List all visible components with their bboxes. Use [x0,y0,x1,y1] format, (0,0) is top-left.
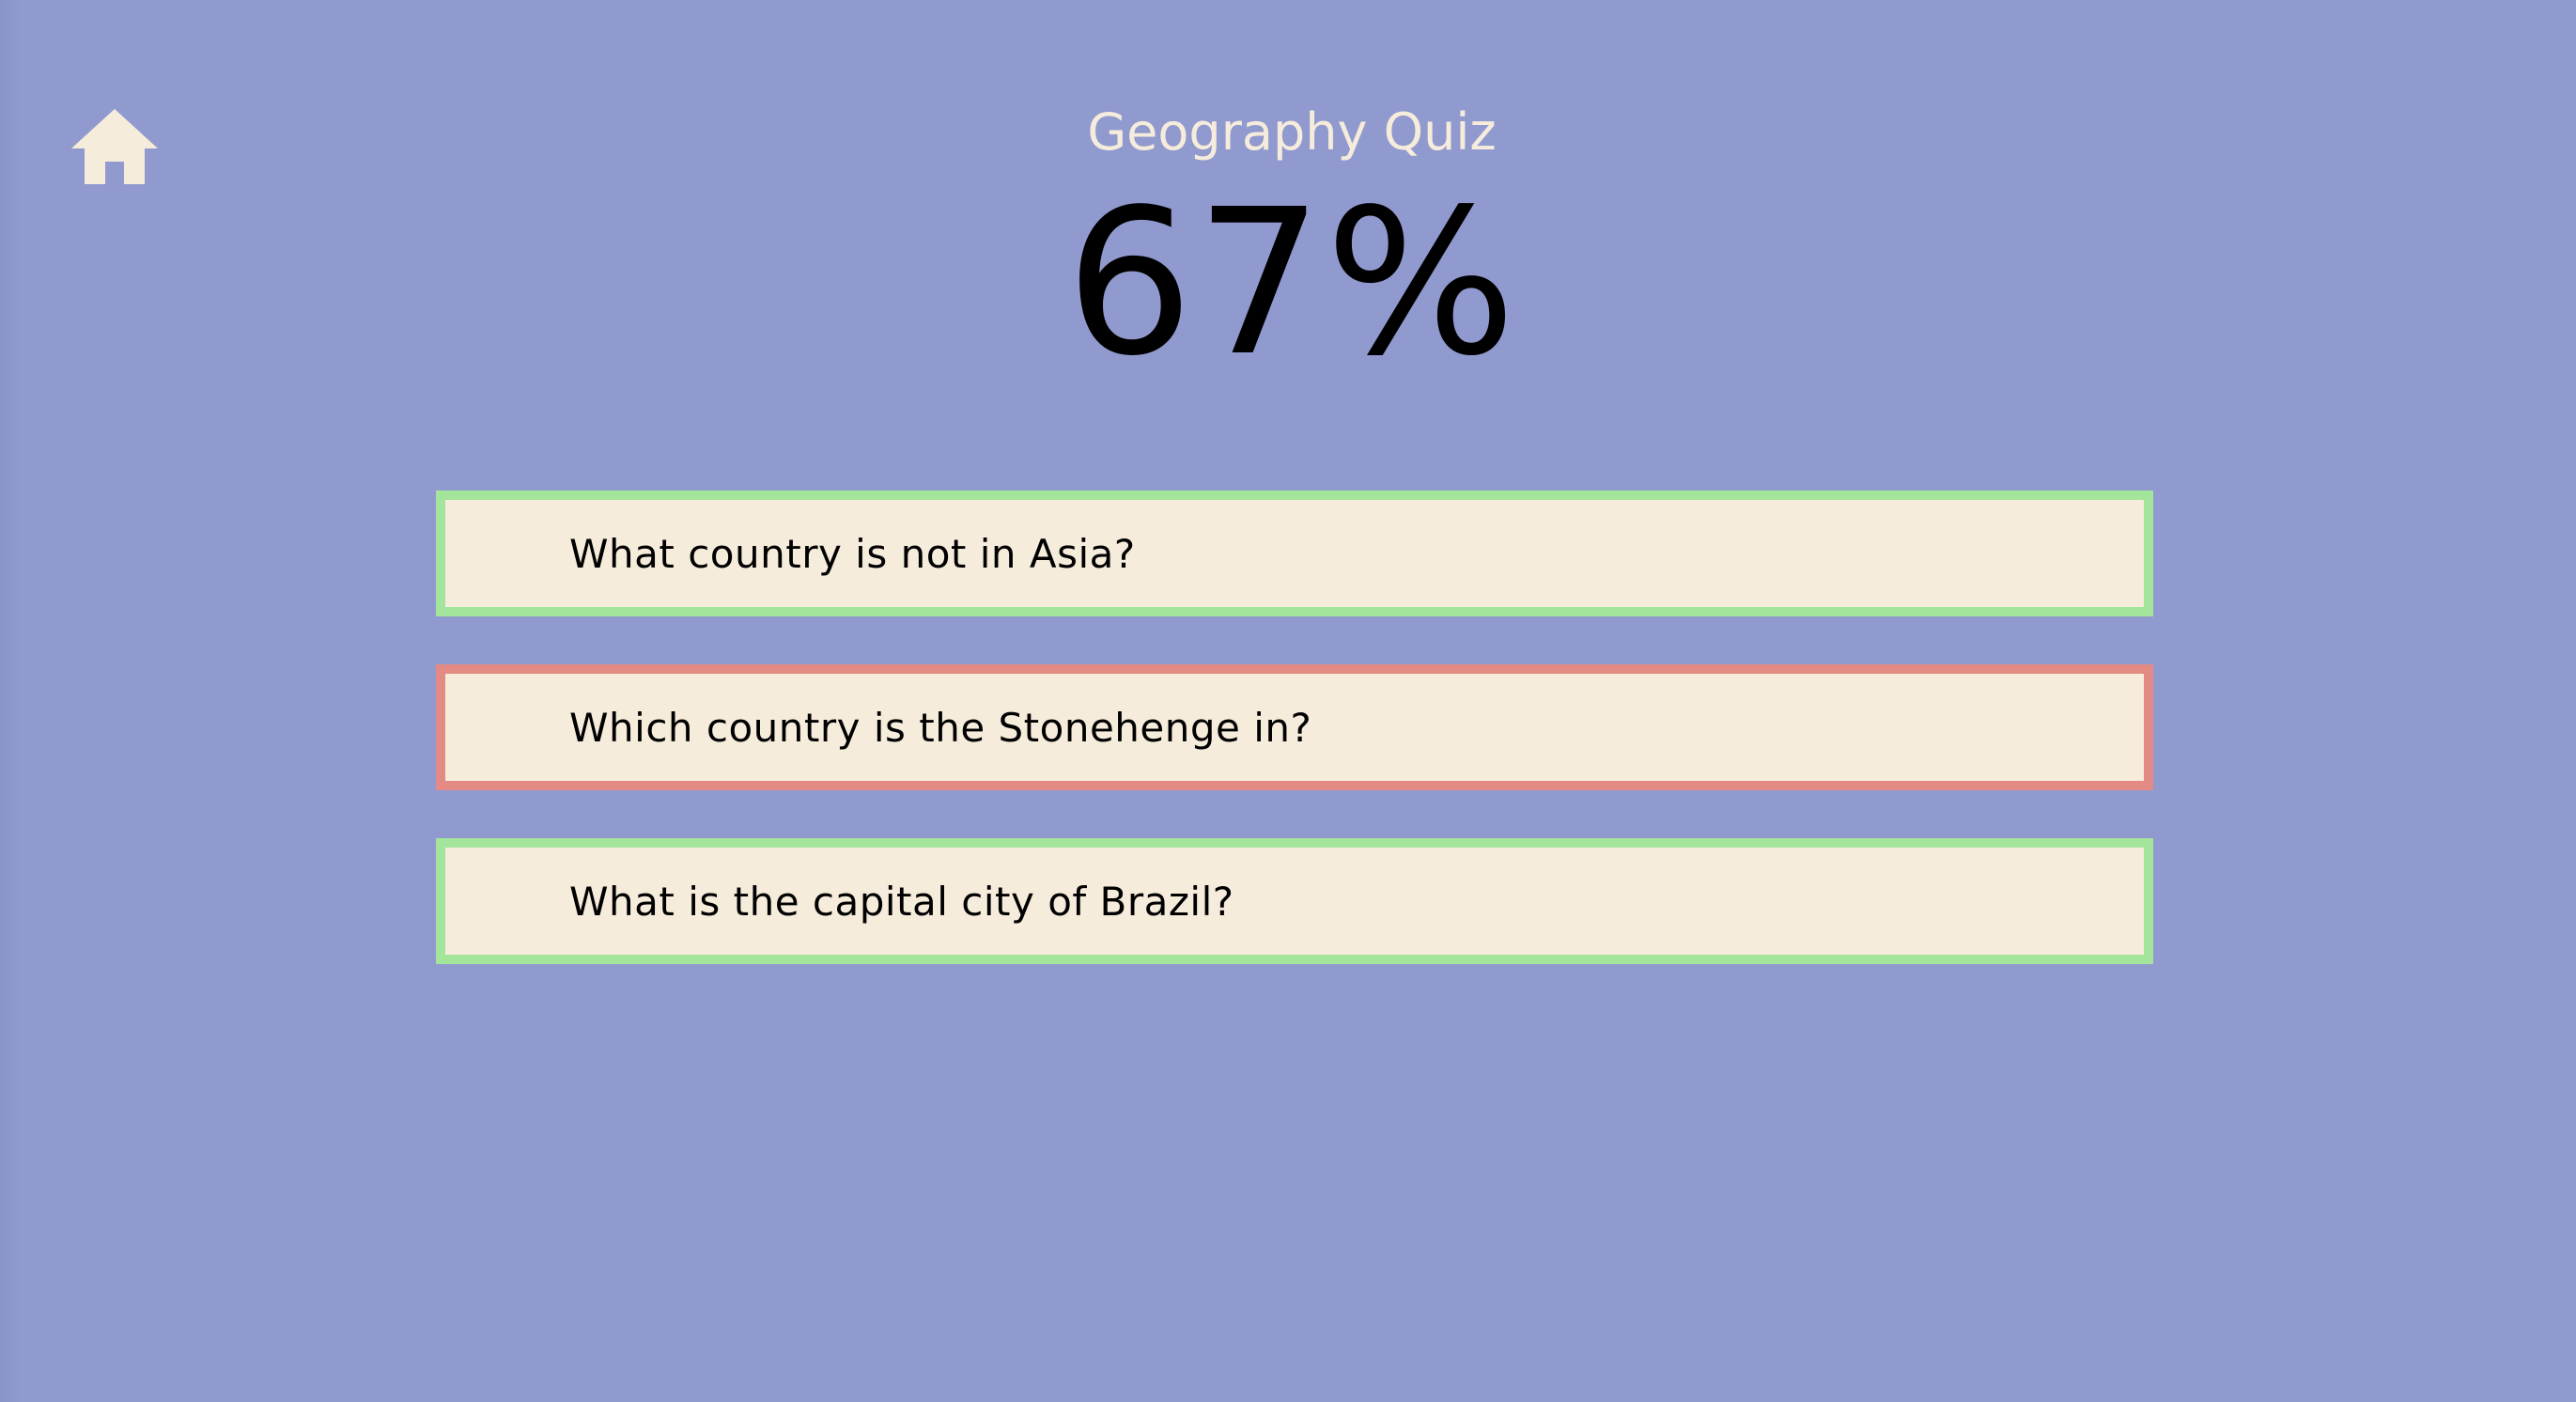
question-text: Which country is the Stonehenge in? [569,704,1312,751]
question-list: What country is not in Asia? Which count… [436,491,2153,1012]
question-item-1[interactable]: What country is not in Asia? [436,491,2153,616]
question-text: What country is not in Asia? [569,530,1136,577]
question-item-2[interactable]: Which country is the Stonehenge in? [436,664,2153,790]
question-item-3[interactable]: What is the capital city of Brazil? [436,838,2153,964]
question-text: What is the capital city of Brazil? [569,878,1234,925]
quiz-title: Geography Quiz [1087,102,1497,162]
score-percentage: 67% [1065,166,1518,400]
